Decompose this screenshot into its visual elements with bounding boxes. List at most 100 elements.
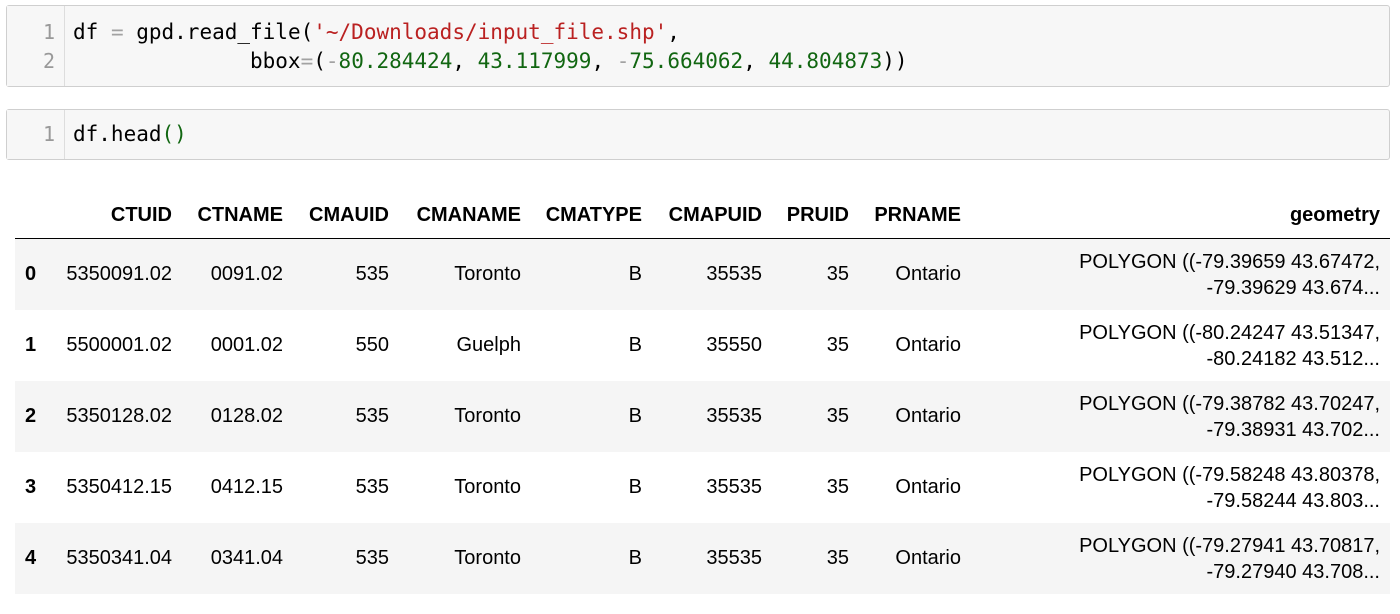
cell-prname: Ontario (895, 405, 961, 427)
cell-ctname: 0412.15 (210, 476, 283, 498)
cell-cmatype: B (628, 405, 642, 427)
cell-ctname: 0091.02 (210, 263, 283, 285)
column-header: geometry (971, 192, 1390, 239)
code-token: '~/Downloads/input_file.shp' (313, 20, 668, 44)
cell-geometry: POLYGON ((-80.24247 43.51347, -80.24182 … (971, 310, 1390, 381)
line-number: 1 (42, 122, 55, 146)
geometry-line-1: POLYGON ((-80.24247 43.51347, (1079, 321, 1380, 344)
column-header: CMAUID (293, 192, 399, 239)
code-token: = (110, 20, 124, 44)
line-number: 2 (42, 49, 55, 73)
line-number: 1 (42, 20, 55, 44)
column-header: CTUID (55, 192, 182, 239)
row-index: 1 (25, 334, 37, 356)
table-row: 2 5350128.02 0128.02 535 Toronto B 35535… (15, 381, 1390, 452)
cell-prname: Ontario (895, 476, 961, 498)
cell-cmapuid: 35535 (706, 476, 762, 498)
code-cell-head[interactable]: 1 df.head() (6, 109, 1390, 160)
row-index: 2 (25, 405, 37, 427)
cell-cmapuid: 35550 (706, 334, 762, 356)
row-index: 0 (25, 263, 37, 285)
cell-cmapuid: 35535 (706, 547, 762, 569)
cell-cmaname: Toronto (454, 263, 521, 285)
code-token: - (616, 49, 630, 73)
code-token: 43.117999 (477, 49, 592, 73)
code-line: 1 df = gpd.read_file('~/Downloads/input_… (7, 18, 1389, 47)
cell-cmatype: B (628, 476, 642, 498)
code-token: , (667, 20, 680, 44)
code-token: gpd.read_file( (123, 20, 314, 44)
cell-cmauid: 535 (355, 405, 389, 427)
table-row: 3 5350412.15 0412.15 535 Toronto B 35535… (15, 452, 1390, 523)
code-token: bbox (73, 49, 301, 73)
cell-geometry: POLYGON ((-79.27941 43.70817, -79.27940 … (971, 523, 1390, 594)
table-row: 4 5350341.04 0341.04 535 Toronto B 35535… (15, 523, 1390, 594)
cell-cmaname: Toronto (454, 476, 521, 498)
cell-cmatype: B (628, 547, 642, 569)
geometry-line-1: POLYGON ((-79.38782 43.70247, (1079, 392, 1380, 415)
cell-ctuid: 5350128.02 (66, 405, 172, 427)
cell-prname: Ontario (895, 334, 961, 356)
cell-pruid: 35 (826, 263, 849, 285)
code-token: ( (313, 49, 326, 73)
code-token: , (591, 49, 617, 73)
code-token: 75.664062 (629, 49, 744, 73)
code-text[interactable]: bbox=(-80.284424, 43.117999, -75.664062,… (73, 47, 908, 76)
geometry-line-2: -80.24182 43.512... (1206, 347, 1380, 370)
cell-ctname: 0001.02 (210, 334, 283, 356)
cell-ctname: 0128.02 (210, 405, 283, 427)
geometry-line-2: -79.27940 43.708... (1206, 560, 1380, 583)
code-token: = (300, 49, 314, 73)
code-token: , (743, 49, 769, 73)
cell-geometry: POLYGON ((-79.38782 43.70247, -79.38931 … (971, 381, 1390, 452)
cell-geometry: POLYGON ((-79.58248 43.80378, -79.58244 … (971, 452, 1390, 523)
code-cell-read-file[interactable]: 1 df = gpd.read_file('~/Downloads/input_… (6, 5, 1390, 87)
dataframe-output: CTUID CTNAME CMAUID CMANAME CMATYPE CMAP… (15, 192, 1390, 594)
cell-ctuid: 5500001.02 (66, 334, 172, 356)
cell-ctname: 0341.04 (210, 547, 283, 569)
table-row: 0 5350091.02 0091.02 535 Toronto B 35535… (15, 238, 1390, 311)
cell-geometry: POLYGON ((-79.39659 43.67472, -79.39629 … (971, 239, 1390, 311)
cell-ctuid: 5350412.15 (66, 476, 172, 498)
cell-cmauid: 535 (355, 476, 389, 498)
row-index: 4 (25, 547, 37, 569)
cell-cmauid: 535 (355, 263, 389, 285)
geometry-line-2: -79.39629 43.674... (1206, 276, 1380, 299)
geometry-line-1: POLYGON ((-79.27941 43.70817, (1079, 534, 1380, 557)
geometry-line-2: -79.38931 43.702... (1206, 418, 1380, 441)
cell-cmapuid: 35535 (706, 263, 762, 285)
geometry-line-1: POLYGON ((-79.39659 43.67472, (1079, 250, 1380, 273)
column-header: CMANAME (399, 192, 531, 239)
column-header: CMAPUID (652, 192, 772, 239)
code-token: 44.804873 (768, 49, 883, 73)
code-line: 2 bbox=(-80.284424, 43.117999, -75.66406… (7, 47, 1389, 76)
geometry-line-1: POLYGON ((-79.58248 43.80378, (1079, 463, 1380, 486)
cell-prname: Ontario (895, 263, 961, 285)
geometry-line-2: -79.58244 43.803... (1206, 489, 1380, 512)
cell-cmatype: B (628, 263, 642, 285)
cell-ctuid: 5350091.02 (66, 263, 172, 285)
column-header: PRUID (772, 192, 859, 239)
column-header: CTNAME (182, 192, 293, 239)
column-header: PRNAME (859, 192, 971, 239)
code-text[interactable]: df.head() (73, 120, 187, 149)
cell-cmauid: 550 (355, 334, 389, 356)
row-index: 3 (25, 476, 37, 498)
code-token: - (325, 49, 339, 73)
code-token: df (73, 20, 111, 44)
cell-pruid: 35 (826, 334, 849, 356)
code-token: , (452, 49, 478, 73)
cell-cmapuid: 35535 (706, 405, 762, 427)
code-token: df.head (73, 122, 162, 146)
table-row: 1 5500001.02 0001.02 550 Guelph B 35550 … (15, 310, 1390, 381)
cell-pruid: 35 (826, 405, 849, 427)
column-header: CMATYPE (531, 192, 652, 239)
code-text[interactable]: df = gpd.read_file('~/Downloads/input_fi… (73, 18, 680, 47)
code-token: 80.284424 (338, 49, 453, 73)
cell-cmaname: Guelph (456, 334, 522, 356)
cell-ctuid: 5350341.04 (66, 547, 172, 569)
cell-pruid: 35 (826, 476, 849, 498)
cell-cmauid: 535 (355, 547, 389, 569)
cell-cmaname: Toronto (454, 547, 521, 569)
code-token: )) (882, 49, 908, 73)
